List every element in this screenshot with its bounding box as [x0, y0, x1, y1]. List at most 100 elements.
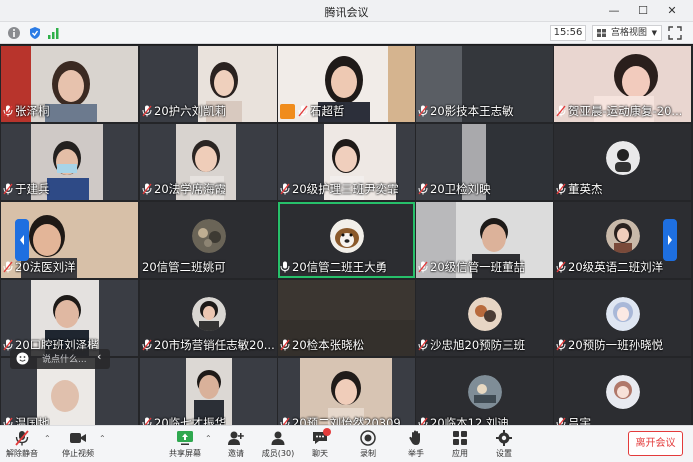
- mic-muted-icon: [3, 183, 13, 195]
- minimize-icon[interactable]: —: [603, 2, 625, 20]
- mic-muted-icon: [142, 339, 152, 351]
- participant-tile[interactable]: 吕宇: [554, 358, 691, 434]
- host-icon: [280, 103, 295, 119]
- previous-page-button[interactable]: [15, 219, 29, 261]
- share-screen-button[interactable]: 共享屏幕: [165, 428, 205, 462]
- signal-strength-icon[interactable]: [47, 26, 61, 40]
- camera-icon: [70, 433, 86, 443]
- record-button[interactable]: 录制: [348, 428, 388, 462]
- apps-button[interactable]: 应用: [440, 428, 480, 462]
- view-mode-label: 宫格视图: [611, 28, 648, 38]
- share-screen-label: 共享屏幕: [169, 449, 201, 458]
- participant-tile[interactable]: 20临七才振华: [140, 358, 277, 434]
- participant-tile[interactable]: 20临本12 刘迪: [416, 358, 553, 434]
- participant-tile[interactable]: 石超哲: [278, 46, 415, 122]
- mic-muted-icon: [556, 339, 566, 351]
- participant-tile[interactable]: 20预二刘怡然20309: [278, 358, 415, 434]
- settings-label: 设置: [496, 449, 512, 458]
- next-page-button[interactable]: [663, 219, 677, 261]
- stop-video-button[interactable]: 停止视频: [58, 428, 98, 462]
- participant-name: 20级护理三班尹奕霏: [292, 182, 399, 196]
- participant-name: 石超哲: [310, 104, 345, 118]
- participant-tile[interactable]: 沙忠旭20预防三班: [416, 280, 553, 356]
- participant-name: 贺亚晨-运动康复-20...: [568, 104, 683, 118]
- invite-button[interactable]: 邀请: [216, 428, 256, 462]
- close-icon[interactable]: ✕: [661, 2, 683, 20]
- mic-muted-icon: [298, 105, 308, 117]
- settings-button[interactable]: 设置: [484, 428, 524, 462]
- mic-muted-icon: [418, 261, 428, 273]
- chevron-up-icon[interactable]: ⌃: [44, 434, 51, 443]
- gear-icon: [496, 430, 512, 446]
- record-label: 录制: [360, 449, 376, 458]
- record-icon: [360, 430, 376, 446]
- chat-label: 聊天: [312, 449, 328, 458]
- unmute-button[interactable]: 解除静音: [2, 428, 42, 462]
- mic-muted-icon: [280, 183, 290, 195]
- participant-name: 20市场营销任志敏20...: [154, 338, 275, 352]
- raise-hand-label: 举手: [408, 449, 424, 458]
- members-label: 成员(30): [261, 449, 295, 458]
- participant-tile[interactable]: 20信管二班姚可: [140, 202, 277, 278]
- chat-quick-input[interactable]: 说点什么... ‹: [10, 349, 110, 369]
- participant-tile[interactable]: 张泽桐: [1, 46, 138, 122]
- participant-tile[interactable]: 20检本张晓松: [278, 280, 415, 356]
- participant-tile[interactable]: 20护六刘凯莉: [140, 46, 277, 122]
- mic-muted-icon: [556, 261, 566, 273]
- participant-tile[interactable]: 20法学席海霞: [140, 124, 277, 200]
- participant-tile[interactable]: 温国地: [1, 358, 138, 434]
- participant-name: 20预防一班孙晓悦: [568, 338, 664, 352]
- participant-avatar: [605, 297, 640, 331]
- chevron-up-icon[interactable]: ⌃: [99, 434, 106, 443]
- participant-name: 20级英语二班刘洋: [568, 260, 664, 274]
- notification-badge: [323, 428, 331, 436]
- mic-muted-icon: [556, 183, 566, 195]
- meeting-time: 15:56: [550, 25, 586, 41]
- chat-button[interactable]: 聊天: [300, 428, 340, 462]
- participant-tile[interactable]: 董英杰: [554, 124, 691, 200]
- participant-tile[interactable]: 20级护理三班尹奕霏: [278, 124, 415, 200]
- mic-muted-icon: [418, 183, 428, 195]
- participant-avatar: [605, 375, 640, 409]
- security-shield-icon[interactable]: [28, 26, 42, 40]
- mic-muted-icon: [15, 430, 29, 446]
- participant-avatar: [191, 219, 226, 253]
- members-button[interactable]: 成员(30): [258, 428, 298, 462]
- chevron-left-icon[interactable]: ‹: [97, 350, 101, 363]
- info-bar: 15:56 宫格视图 ▼: [0, 22, 693, 44]
- participant-tile[interactable]: 20口腔班刘泽楷: [1, 280, 138, 356]
- mic-muted-icon: [3, 261, 13, 273]
- participant-tile[interactable]: 20市场营销任志敏20...: [140, 280, 277, 356]
- mic-muted-icon: [142, 183, 152, 195]
- participant-name: 20信管二班王大勇: [292, 260, 388, 274]
- active-speaker-tile[interactable]: 20信管二班王大勇: [278, 202, 415, 278]
- chevron-up-icon[interactable]: ⌃: [205, 434, 212, 443]
- participant-avatar: [605, 219, 640, 253]
- mic-muted-icon: [280, 339, 290, 351]
- maximize-icon[interactable]: ☐: [632, 2, 654, 20]
- hand-icon: [409, 430, 420, 445]
- participant-tile[interactable]: 于建兵: [1, 124, 138, 200]
- view-mode-button[interactable]: 宫格视图 ▼: [592, 25, 662, 41]
- participant-tile[interactable]: 20级信管一班董喆: [416, 202, 553, 278]
- emoji-icon[interactable]: [16, 352, 29, 365]
- window-title: 腾讯会议: [324, 6, 369, 19]
- participant-avatar: [467, 375, 502, 409]
- raise-hand-button[interactable]: 举手: [396, 428, 436, 462]
- participant-name: 20法医刘洋: [15, 260, 76, 274]
- participant-name: 20影技本王志敏: [430, 104, 514, 118]
- info-icon[interactable]: [7, 26, 21, 40]
- apps-label: 应用: [452, 449, 468, 458]
- participant-tile[interactable]: 20卫检刘映: [416, 124, 553, 200]
- participant-tile[interactable]: 贺亚晨-运动康复-20...: [554, 46, 691, 122]
- participant-avatar: [605, 141, 640, 175]
- participant-tile[interactable]: 20影技本王志敏: [416, 46, 553, 122]
- participant-name: 20卫检刘映: [430, 182, 491, 196]
- share-screen-icon: [177, 431, 193, 445]
- participant-tile[interactable]: 20预防一班孙晓悦: [554, 280, 691, 356]
- fullscreen-icon[interactable]: [668, 26, 682, 40]
- participant-name: 张泽桐: [15, 104, 50, 118]
- members-icon: [271, 431, 285, 445]
- leave-meeting-button[interactable]: 离开会议: [628, 431, 683, 456]
- invite-label: 邀请: [228, 449, 244, 458]
